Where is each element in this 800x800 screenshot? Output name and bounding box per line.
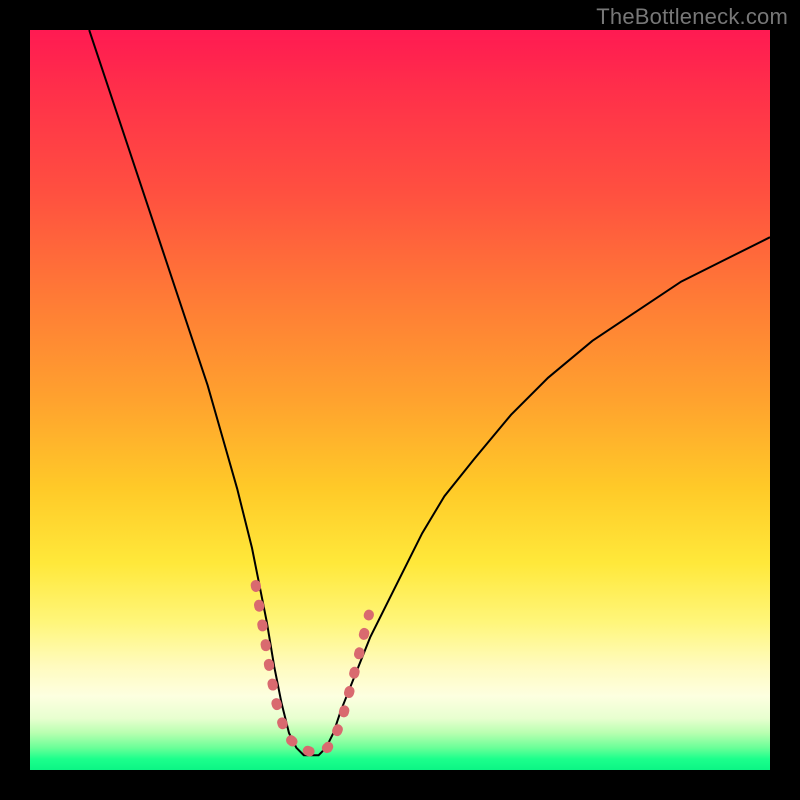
highlight-trough-dots — [256, 585, 369, 752]
watermark-text: TheBottleneck.com — [596, 4, 788, 30]
chart-frame: TheBottleneck.com — [0, 0, 800, 800]
chart-svg — [30, 30, 770, 770]
bottleneck-curve — [89, 30, 770, 755]
plot-area — [30, 30, 770, 770]
